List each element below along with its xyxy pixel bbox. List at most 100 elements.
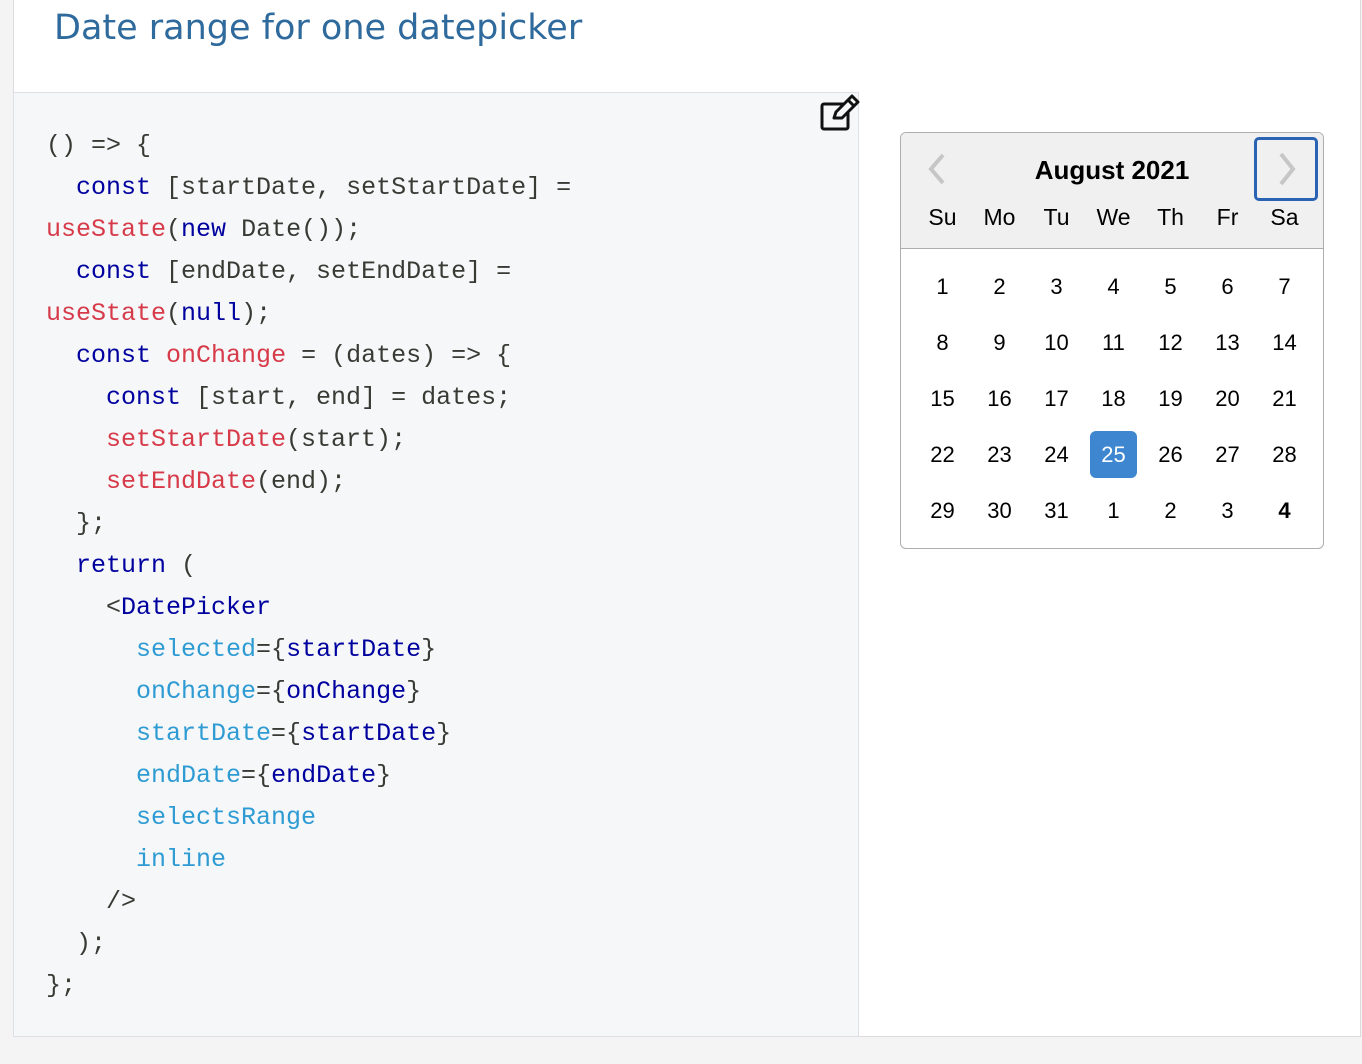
code-token: onChange <box>136 677 257 706</box>
edit-icon[interactable] <box>817 93 861 133</box>
day-cell[interactable]: 4 <box>1090 263 1137 310</box>
code-line: }; <box>46 965 571 1007</box>
day-cell[interactable]: 1 <box>1090 487 1137 534</box>
code-line: const [start, end] = dates; <box>46 377 571 419</box>
day-cell[interactable]: 18 <box>1090 375 1137 422</box>
day-cell[interactable]: 24 <box>1033 431 1080 478</box>
code-line: const onChange = (dates) => { <box>46 335 571 377</box>
datepicker-header: August 2021 Su Mo Tu We Th Fr Sa <box>901 133 1323 249</box>
day-cell[interactable]: 3 <box>1033 263 1080 310</box>
week-row: 1234567 <box>914 263 1314 319</box>
day-cell[interactable]: 22 <box>919 431 966 478</box>
day-cell[interactable]: 8 <box>919 319 966 366</box>
code-token: ={ <box>256 635 287 664</box>
day-cell[interactable]: 29 <box>919 487 966 534</box>
day-cell[interactable]: 20 <box>1204 375 1251 422</box>
day-cell[interactable]: 31 <box>1033 487 1080 534</box>
code-token: null <box>181 299 242 328</box>
code-token: [start, end] = dates; <box>181 383 512 412</box>
code-editor[interactable]: () => { const [startDate, setStartDate] … <box>13 92 861 1037</box>
day-cell[interactable]: 16 <box>976 375 1023 422</box>
code-token: ); <box>241 299 272 328</box>
day-cell[interactable]: 19 <box>1147 375 1194 422</box>
code-line: () => { <box>46 125 571 167</box>
page-title: Date range for one datepicker <box>54 8 583 48</box>
day-grid: 1 2 3 4 5 6 7 8 9 10 11 12 13 14 15 16 17 18 19 20 21 22 23 24 2… <box>914 263 1314 543</box>
code-line: setEndDate(end); <box>46 461 571 503</box>
day-cell[interactable]: 12 <box>1147 319 1194 366</box>
day-cell[interactable]: 2 <box>1147 487 1194 534</box>
day-cell[interactable]: 1 <box>919 263 966 310</box>
day-cell[interactable]: 15 <box>919 375 966 422</box>
code-token: ( <box>166 551 197 580</box>
code-token: ={ <box>271 719 302 748</box>
code-token: ( <box>166 215 182 244</box>
code-token: } <box>376 761 392 790</box>
code-token: const <box>76 257 152 286</box>
code-token: startDate <box>286 635 422 664</box>
weekday-label: Th <box>1157 204 1184 230</box>
day-cell[interactable]: 27 <box>1204 431 1251 478</box>
day-cell[interactable]: 6 <box>1204 263 1251 310</box>
day-cell[interactable]: 2 <box>976 263 1023 310</box>
code-line: }; <box>46 503 571 545</box>
code-token: onChange <box>166 341 287 370</box>
weekday-label: Mo <box>983 204 1016 230</box>
code-token: } <box>436 719 452 748</box>
day-cell[interactable]: 4 <box>1261 487 1308 534</box>
week-row: 15 16 17 18 19 20 21 <box>914 375 1314 431</box>
code-token: onChange <box>286 677 407 706</box>
day-cell[interactable]: 9 <box>976 319 1023 366</box>
code-token: /> <box>46 887 137 916</box>
chevron-right-icon <box>1279 152 1296 186</box>
day-cell[interactable]: 3 <box>1204 487 1251 534</box>
day-cell[interactable]: 13 <box>1204 319 1251 366</box>
code-token: }; <box>46 971 77 1000</box>
code-line: endDate={endDate} <box>46 755 571 797</box>
day-cell[interactable]: 17 <box>1033 375 1080 422</box>
day-cell[interactable]: 7 <box>1261 263 1308 310</box>
day-cell[interactable]: 28 <box>1261 431 1308 478</box>
code-token: const <box>76 341 152 370</box>
code-token: useState <box>46 215 167 244</box>
code-token: (end); <box>256 467 347 496</box>
code-token: startDate <box>301 719 437 748</box>
code-line: onChange={onChange} <box>46 671 571 713</box>
code-token: endDate <box>271 761 377 790</box>
code-token: [endDate, setEndDate] = <box>151 257 512 286</box>
code-block[interactable]: () => { const [startDate, setStartDate] … <box>46 125 571 1007</box>
day-cell[interactable]: 23 <box>976 431 1023 478</box>
day-cell[interactable]: 11 <box>1090 319 1137 366</box>
weekday-label: Fr <box>1216 204 1239 230</box>
code-token: setStartDate <box>106 425 287 454</box>
day-cell-selected[interactable]: 25 <box>1090 431 1137 478</box>
datepicker: August 2021 Su Mo Tu We Th Fr Sa 1 2 3 4 5 6 7 8 9 10 11… <box>900 132 1324 549</box>
day-cell[interactable]: 30 <box>976 487 1023 534</box>
day-cell[interactable]: 10 <box>1033 319 1080 366</box>
code-line: useState(null); <box>46 293 571 335</box>
code-line: ); <box>46 923 571 965</box>
code-token: ={ <box>256 677 287 706</box>
code-token: inline <box>136 845 227 874</box>
code-line: useState(new Date()); <box>46 209 571 251</box>
code-line: selectsRange <box>46 797 571 839</box>
day-cell[interactable]: 5 <box>1147 263 1194 310</box>
code-token: ( <box>166 299 182 328</box>
code-line: const [endDate, setEndDate] = <box>46 251 571 293</box>
next-month-button[interactable] <box>1254 137 1318 201</box>
day-cell[interactable]: 14 <box>1261 319 1308 366</box>
day-cell[interactable]: 26 <box>1147 431 1194 478</box>
day-cell[interactable]: 21 <box>1261 375 1308 422</box>
